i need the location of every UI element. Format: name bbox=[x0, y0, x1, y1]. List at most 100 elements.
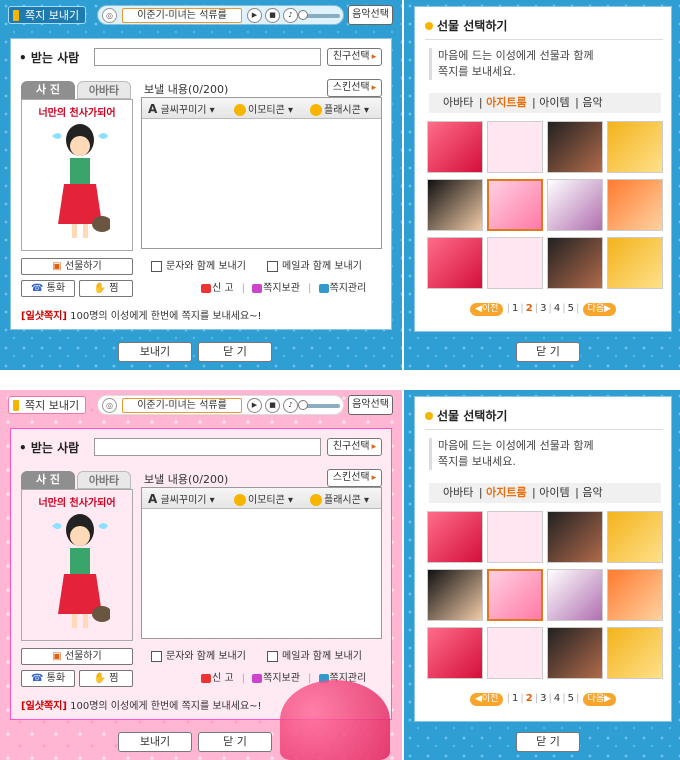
gift-thumb-love[interactable] bbox=[427, 511, 483, 563]
gift-thumb-love[interactable] bbox=[427, 121, 483, 173]
zzim-button[interactable]: ✋ 찜 bbox=[79, 670, 133, 687]
volume-slider[interactable] bbox=[298, 10, 340, 20]
notice-text[interactable]: [일샷쪽지] 100명의 이성에게 한번에 쪽지를 보내세요~! bbox=[21, 697, 262, 712]
tab-avatar[interactable]: 아바타 bbox=[443, 96, 473, 109]
gift-thumb-redhead[interactable] bbox=[607, 179, 663, 231]
stop-icon[interactable]: ■ bbox=[265, 8, 280, 23]
emoticon-tool[interactable]: 이모티콘 ▾ bbox=[234, 101, 293, 116]
gift-close-button[interactable]: 닫 기 bbox=[516, 732, 580, 752]
message-textarea[interactable]: A 글씨꾸미기 ▾ 이모티콘 ▾ 플래시콘 ▾ bbox=[141, 97, 382, 249]
manage-link[interactable]: 쪽지관리 bbox=[318, 283, 371, 294]
report-link[interactable]: 신 고 bbox=[201, 283, 238, 294]
skin-select-button[interactable]: 스킨선택 bbox=[327, 79, 382, 97]
page-5[interactable]: 5 bbox=[568, 693, 574, 704]
photo-avatar-tabs: 사 진 아바타 bbox=[21, 81, 131, 99]
tab-music[interactable]: 음악 bbox=[582, 486, 602, 499]
gift-thumb-valentine[interactable] bbox=[487, 511, 543, 563]
tab-photo[interactable]: 사 진 bbox=[21, 81, 75, 99]
gift-thumb-girl-dark-2[interactable] bbox=[547, 237, 603, 289]
gift-thumb-valentine-2[interactable] bbox=[487, 237, 543, 289]
mail-checkbox[interactable]: 메일과 함께 보내기 bbox=[267, 647, 362, 662]
gift-button[interactable]: ▣ 선물하기 bbox=[21, 258, 133, 275]
message-textarea[interactable]: A 글씨꾸미기 ▾ 이모티콘 ▾ 플래시콘 ▾ bbox=[141, 487, 382, 639]
tab-avatar[interactable]: 아바타 bbox=[77, 81, 131, 99]
report-link[interactable]: 신 고 bbox=[201, 673, 238, 684]
tab-item[interactable]: 아이템 bbox=[539, 486, 569, 499]
next-page-button[interactable]: 다음▶ bbox=[582, 303, 617, 316]
close-button[interactable]: 닫 기 bbox=[198, 732, 272, 752]
stop-icon[interactable]: ■ bbox=[265, 398, 280, 413]
sms-checkbox[interactable]: 문자와 함께 보내기 bbox=[151, 257, 246, 272]
volume-slider[interactable] bbox=[298, 400, 340, 410]
notice-text[interactable]: [일샷쪽지] 100명의 이성에게 한번에 쪽지를 보내세요~! bbox=[21, 307, 262, 322]
gift-thumb-heart-selected[interactable] bbox=[487, 179, 543, 231]
sms-checkbox[interactable]: 문자와 함께 보내기 bbox=[151, 647, 246, 662]
gift-thumb-lips[interactable] bbox=[547, 569, 603, 621]
gift-thumb-girl-black-hair[interactable] bbox=[427, 569, 483, 621]
emoticon-tool[interactable]: 이모티콘 ▾ bbox=[234, 491, 293, 506]
gift-thumb-heart-selected[interactable] bbox=[487, 569, 543, 621]
page-5[interactable]: 5 bbox=[568, 303, 574, 314]
page-3[interactable]: 3 bbox=[540, 693, 546, 704]
gift-thumb-love-2[interactable] bbox=[427, 627, 483, 679]
archive-link[interactable]: 쪽지보관 bbox=[252, 673, 304, 684]
gift-thumb-girl-blonde-2[interactable] bbox=[607, 237, 663, 289]
close-button[interactable]: 닫 기 bbox=[198, 342, 272, 362]
gift-thumb-girl-dark[interactable] bbox=[547, 511, 603, 563]
gift-thumb-love-2[interactable] bbox=[427, 237, 483, 289]
volume-handle[interactable] bbox=[298, 10, 308, 20]
gift-thumb-lips[interactable] bbox=[547, 179, 603, 231]
gift-thumb-valentine[interactable] bbox=[487, 121, 543, 173]
recipient-input[interactable] bbox=[94, 438, 321, 456]
next-page-button[interactable]: 다음▶ bbox=[582, 693, 617, 706]
play-icon[interactable]: ▶ bbox=[247, 398, 262, 413]
gift-thumb-girl-black-hair[interactable] bbox=[427, 179, 483, 231]
page-3[interactable]: 3 bbox=[540, 303, 546, 314]
tab-item[interactable]: 아이템 bbox=[539, 96, 569, 109]
gift-button[interactable]: ▣ 선물하기 bbox=[21, 648, 133, 665]
gift-close-button[interactable]: 닫 기 bbox=[516, 342, 580, 362]
page-1[interactable]: 1 bbox=[512, 693, 518, 704]
page-1[interactable]: 1 bbox=[512, 303, 518, 314]
page-2[interactable]: 2 bbox=[526, 303, 533, 314]
flashcon-tool[interactable]: 플래시콘 ▾ bbox=[310, 491, 369, 506]
gift-thumb-valentine-2[interactable] bbox=[487, 627, 543, 679]
page-2[interactable]: 2 bbox=[526, 693, 533, 704]
recipient-input[interactable] bbox=[94, 48, 321, 66]
prev-page-button[interactable]: ◀이전 bbox=[469, 303, 504, 316]
page-4[interactable]: 4 bbox=[554, 693, 560, 704]
gift-thumb-redhead[interactable] bbox=[607, 569, 663, 621]
tab-avatar[interactable]: 아바타 bbox=[443, 486, 473, 499]
flashcon-tool[interactable]: 플래시콘 ▾ bbox=[310, 101, 369, 116]
friend-select-button[interactable]: 친구선택 bbox=[327, 438, 382, 456]
gift-thumb-girl-blonde[interactable] bbox=[607, 121, 663, 173]
tab-avatar[interactable]: 아바타 bbox=[77, 471, 131, 489]
mute-icon[interactable]: ♪ bbox=[283, 398, 298, 413]
tab-agit-room[interactable]: 아지트룸 bbox=[486, 96, 526, 109]
play-icon[interactable]: ▶ bbox=[247, 8, 262, 23]
friend-select-button[interactable]: 친구선택 bbox=[327, 48, 382, 66]
gift-thumb-girl-blonde-2[interactable] bbox=[607, 627, 663, 679]
page-4[interactable]: 4 bbox=[554, 303, 560, 314]
call-button[interactable]: ☎ 통화 bbox=[21, 280, 75, 297]
prev-page-button[interactable]: ◀이전 bbox=[469, 693, 504, 706]
skin-select-button[interactable]: 스킨선택 bbox=[327, 469, 382, 487]
mute-icon[interactable]: ♪ bbox=[283, 8, 298, 23]
font-decorate-tool[interactable]: A 글씨꾸미기 ▾ bbox=[148, 101, 215, 116]
zzim-button[interactable]: ✋ 찜 bbox=[79, 280, 133, 297]
tab-photo[interactable]: 사 진 bbox=[21, 471, 75, 489]
tab-music[interactable]: 음악 bbox=[582, 96, 602, 109]
gift-thumb-girl-dark[interactable] bbox=[547, 121, 603, 173]
archive-link[interactable]: 쪽지보관 bbox=[252, 283, 304, 294]
gift-thumb-girl-blonde[interactable] bbox=[607, 511, 663, 563]
tab-agit-room[interactable]: 아지트룸 bbox=[486, 486, 526, 499]
volume-handle[interactable] bbox=[298, 400, 308, 410]
gift-thumb-girl-dark-2[interactable] bbox=[547, 627, 603, 679]
music-select-button[interactable]: 음악선택 bbox=[348, 395, 393, 415]
music-select-button[interactable]: 음악선택 bbox=[348, 5, 393, 25]
send-button[interactable]: 보내기 bbox=[118, 732, 192, 752]
font-decorate-tool[interactable]: A 글씨꾸미기 ▾ bbox=[148, 491, 215, 506]
mail-checkbox[interactable]: 메일과 함께 보내기 bbox=[267, 257, 362, 272]
send-button[interactable]: 보내기 bbox=[118, 342, 192, 362]
call-button[interactable]: ☎ 통화 bbox=[21, 670, 75, 687]
